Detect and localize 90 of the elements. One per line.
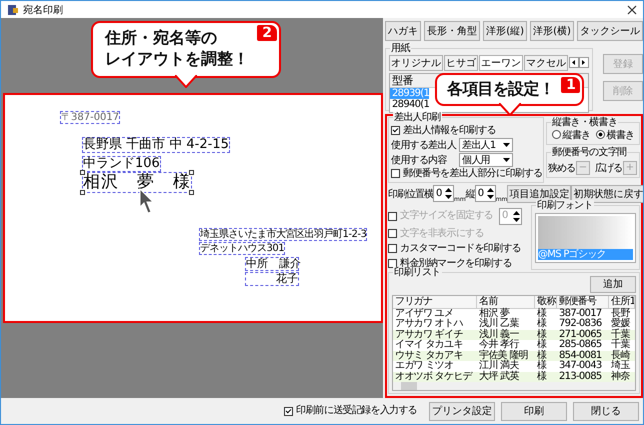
table-cell-text: 浅川 乙葉 [478,319,520,329]
table-cell-text: 387-0017 [558,308,603,318]
table-cell-text: アサカワ ギイチ [394,330,464,340]
table-cell-text: 千葉 [610,340,630,350]
paper-tab[interactable]: オリジナル [389,54,443,70]
field-label: 使用する内容 [391,154,448,166]
field-label: 縦 [466,188,475,200]
table-cell-text: ウサミ タカアキ [394,350,464,360]
table-cell-text: 今井 孝行 [478,340,520,350]
sender-address[interactable]: 埼玉県さいたま市大宮区出羽戸町1-2-3 [199,228,368,241]
sender-name[interactable]: 花子 [245,272,299,286]
group-label: 印刷リスト [393,266,442,278]
radio-button[interactable]: 縦書き [552,128,590,142]
table-cell-text: 854-0081 [558,350,603,360]
spacing-label: 狭める [548,162,575,174]
window-title: 宛名印刷 [23,4,64,16]
group-label: 印刷フォント [536,200,594,210]
table-cell-text: 埼玉 [610,361,632,371]
recipient-postcode: 〒387-0017 [60,111,120,124]
column-header[interactable]: 住所1 [609,296,635,308]
group-label: 郵便番号の文字間 [551,146,628,158]
envelope-type-button[interactable]: ハガキ [385,21,422,40]
table-cell-text: 285-0865 [558,340,603,350]
callout-text: レイアウトを調整！ [105,48,249,70]
column-header[interactable]: 名前 [477,296,535,308]
table-cell-text: 様 [536,330,548,340]
table-cell-text: 様 [536,350,548,360]
sender-name[interactable]: 中所 謙介 [245,257,299,272]
checkbox-label: 文字を非表示にする [400,228,484,240]
checkbox[interactable]: 差出人情報を印刷する [391,124,541,136]
group-label: 用紙 [390,42,411,54]
checkbox-label: 文字サイズを固定する [400,210,494,222]
layout-button[interactable]: 初期状態に戻す [571,184,643,202]
table-cell-text: 792-0836 [558,319,603,330]
dropdown[interactable]: 個人用 [459,152,513,166]
table-cell-text: 長野 [610,308,630,318]
table-cell-text: 様 [536,361,548,371]
table-cell-text: アサカワ オトハ [394,319,464,329]
paper-tab[interactable]: ヒサゴ [444,54,478,70]
field-label: 横 [424,188,433,200]
recipient-address[interactable]: 長野県 千曲市 中 4-2-15 [82,137,230,154]
checkbox-label: 料金別納マークを印刷する [400,258,512,268]
table-cell-text: 浅川 義一 [478,330,519,340]
paper-tab[interactable]: エーワン [479,54,523,70]
envelope-type-button[interactable]: 洋形(横) [530,21,574,40]
envelope-type-button[interactable]: 長形・角型 [424,21,480,40]
table-cell-text: 愛媛 [610,319,632,329]
table-cell-text: 大坪 武英 [478,372,520,382]
field-label: 使用する差出人 [391,138,457,152]
envelope-type-button[interactable]: 洋形(縦) [483,21,528,40]
number-field[interactable]: 0 [474,185,496,202]
paper-tab[interactable]: マクセル [524,54,568,70]
footer-button[interactable]: 閉じる [573,402,639,420]
table-cell-text: アイザワ ユメ [394,308,454,318]
envelope-type-button[interactable]: タックシール [576,21,643,40]
table-cell-text: 213-0085 [558,372,603,382]
table-cell-text: 271-0065 [558,330,603,340]
radio-button[interactable]: 横書き [596,128,634,142]
number-field[interactable]: 0 [433,185,454,202]
table-cell-text: 長崎 [610,350,632,360]
table-cell-text: オオツボ タケヒデ [394,372,474,382]
checkbox-label: 差出人情報を印刷する [403,124,496,136]
table-cell-text: 様 [536,319,548,329]
add-button[interactable]: 追加 [590,276,636,292]
step-badge: 2 [257,25,277,41]
table-cell-text: 宇佐美 隆明 [478,350,529,360]
paper-list-item[interactable]: 28940(1 [390,98,430,110]
table-cell-text: 347-0043 [558,361,603,372]
step-badge: 1 [561,77,580,93]
field-label: 印刷位置 [388,188,424,200]
column-header[interactable]: フリガナ [393,296,477,308]
table-cell-text: 様 [536,340,548,350]
table-cell-text: 江川 満夫 [478,361,519,371]
footer-button[interactable]: プリンタ設定 [429,402,495,420]
table-cell-text: エガワ ミツオ [394,361,454,371]
table-cell-text: 千葉 [610,330,631,340]
dropdown[interactable]: 差出人1 [459,138,513,152]
group-label: 差出人印刷 [393,112,442,122]
table-cell-text: イマイ タカユキ [394,340,464,350]
table-cell-text: 様 [536,372,548,382]
table-cell-text: 様 [536,308,548,318]
footer-button[interactable]: 印刷 [501,402,567,420]
column-header[interactable]: 敬称 [535,296,557,308]
sender-address[interactable]: デネットハウス301 [199,242,286,255]
spacing-label: 広げる [595,162,622,174]
column-header[interactable]: 郵便番号 [557,296,609,308]
group-label: 縦書き・横書き [551,116,618,128]
callout-text: 住所・宛名等の [105,28,217,49]
table-cell-text: 相沢 夢 [478,308,510,318]
table-cell-text: 神奈 [610,372,631,382]
